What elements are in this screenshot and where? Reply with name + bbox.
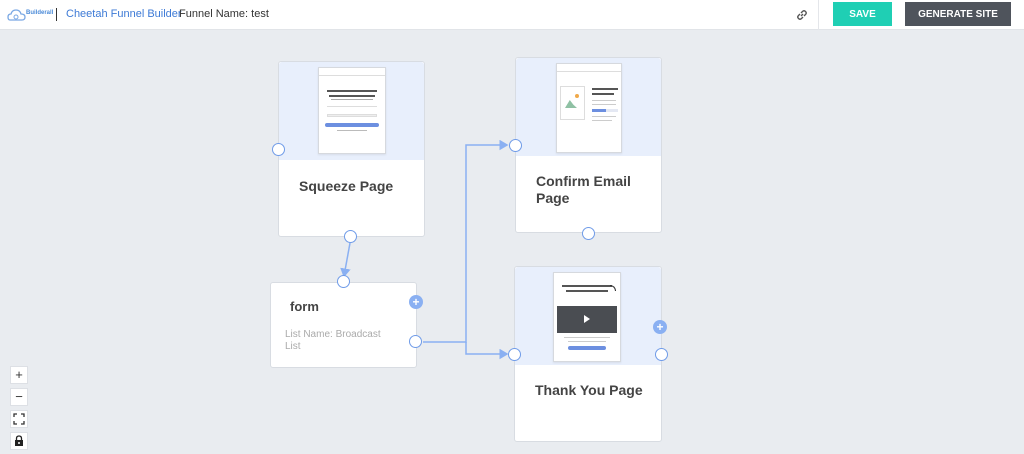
thank-you-add-step-plus-icon[interactable]: + [653,320,667,334]
squeeze-page-thumbnail [318,67,386,154]
form-output-port[interactable] [409,335,422,348]
confirm-email-input-port[interactable] [509,139,522,152]
squeeze-page-output-port[interactable] [344,230,357,243]
lock-icon [15,435,23,446]
confirm-email-page-title: Confirm Email Page [536,173,631,206]
confirm-email-page-node[interactable]: Confirm Email Page [515,57,662,233]
form-node-list-name: List Name: Broadcast List [285,329,381,352]
confirm-email-output-port[interactable] [582,227,595,240]
squeeze-page-input-port[interactable] [272,143,285,156]
zoom-in-button[interactable]: + [10,366,28,384]
thank-you-thumbnail [553,272,621,362]
zoom-out-button[interactable]: − [10,388,28,406]
squeeze-page-node[interactable]: Squeeze Page [278,61,425,237]
form-input-port[interactable] [337,275,350,288]
fit-screen-button[interactable] [10,410,28,428]
form-add-step-plus-icon[interactable]: + [409,295,423,309]
fit-screen-icon [13,413,25,425]
form-node-title: form [290,299,319,314]
thank-you-page-title: Thank You Page [535,382,643,398]
confirm-email-thumbnail [556,63,622,153]
play-icon [584,315,590,323]
form-node[interactable]: form List Name: Broadcast List [270,282,417,368]
squeeze-page-title: Squeeze Page [299,178,394,194]
thank-you-output-port[interactable] [655,348,668,361]
thank-you-page-node[interactable]: Thank You Page [514,266,662,442]
connection-lines [340,139,509,360]
thank-you-input-port[interactable] [508,348,521,361]
lock-button[interactable] [10,432,28,450]
